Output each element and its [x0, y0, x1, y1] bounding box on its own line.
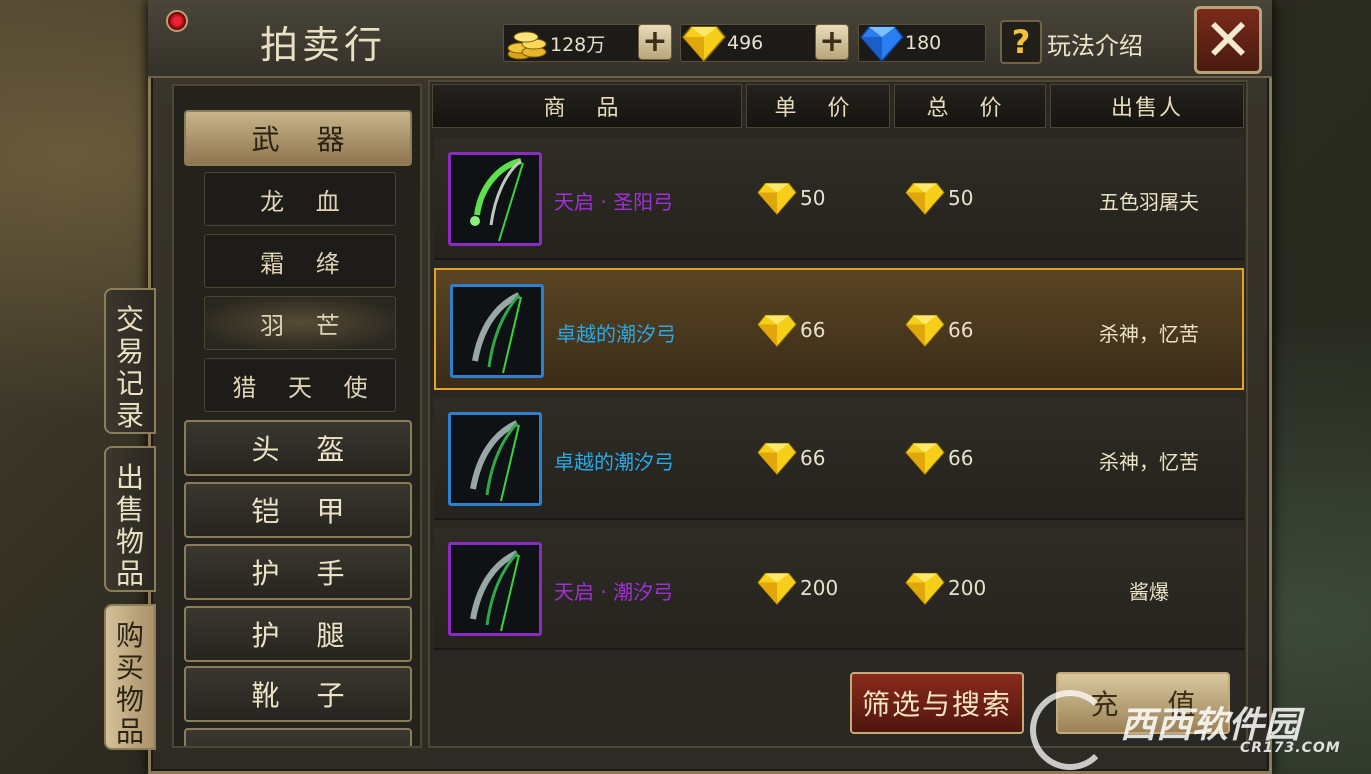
- unit-price: 200: [756, 568, 838, 608]
- gold-gem-amount: 496: [727, 32, 764, 54]
- blue-gem-counter: 180: [858, 24, 986, 63]
- unit-price: 66: [756, 438, 825, 478]
- subcategory-frost[interactable]: 霜 绛: [204, 234, 396, 288]
- total-price-value: 200: [948, 576, 987, 600]
- seller-name: 杀神，忆苦: [1099, 322, 1199, 346]
- gold-diamond-icon: [905, 442, 945, 476]
- category-gloves[interactable]: 护 手: [184, 544, 412, 600]
- gold-amount: 128万: [550, 33, 606, 56]
- gold-diamond-icon: [682, 26, 726, 63]
- watermark-c-icon: [1030, 690, 1110, 770]
- listing-table: 商 品 单 价 总 价 出售人 天启 · 圣阳弓 50 50 五色羽屠夫 卓越的…: [428, 80, 1248, 748]
- category-more[interactable]: [184, 728, 412, 746]
- total-price: 50: [904, 178, 973, 218]
- tab-buy-items-label: 购买物品: [115, 619, 144, 748]
- category-list: 武 器 龙 血 霜 绛 羽 芒 猎 天 使 头 盔 铠 甲 护 手 护 腿 靴 …: [172, 84, 422, 748]
- item-name: 卓越的潮汐弓: [556, 322, 676, 346]
- gold-diamond-icon: [905, 314, 945, 348]
- unit-price-value: 50: [800, 186, 826, 210]
- item-name: 卓越的潮汐弓: [554, 450, 674, 474]
- close-button[interactable]: ✕: [1194, 6, 1262, 74]
- seller-name: 酱爆: [1129, 580, 1169, 604]
- seller-name: 杀神，忆苦: [1099, 450, 1199, 474]
- category-legs[interactable]: 护 腿: [184, 606, 412, 662]
- bow-icon: [448, 542, 542, 636]
- gold-diamond-icon: [757, 442, 797, 476]
- subcategory-hunter[interactable]: 猎 天 使: [204, 358, 396, 412]
- watermark-sub: CR173.COM: [1240, 740, 1341, 756]
- unit-price: 66: [756, 310, 825, 350]
- unit-price-value: 200: [800, 576, 839, 600]
- bow-icon: [450, 284, 544, 378]
- tab-trade-records-label: 交易记录: [115, 303, 144, 432]
- listing-row[interactable]: 天启 · 圣阳弓 50 50 五色羽屠夫: [434, 138, 1244, 260]
- header-total-price: 总 价: [894, 84, 1046, 128]
- tab-trade-records[interactable]: 交易记录: [104, 288, 156, 434]
- ornament-gem-icon: [166, 10, 188, 32]
- gold-diamond-icon: [757, 182, 797, 216]
- subcategory-feather[interactable]: 羽 芒: [204, 296, 396, 350]
- item-name: 天启 · 潮汐弓: [554, 580, 674, 604]
- help-button[interactable]: ?: [1000, 20, 1042, 64]
- listing-row-selected[interactable]: 卓越的潮汐弓 66 66 杀神，忆苦: [434, 268, 1244, 390]
- category-boots[interactable]: 靴 子: [184, 666, 412, 722]
- seller-name: 五色羽屠夫: [1099, 190, 1199, 214]
- help-label[interactable]: 玩法介绍: [1047, 26, 1143, 61]
- listing-row[interactable]: 天启 · 潮汐弓 200 200 酱爆: [434, 528, 1244, 650]
- watermark-logo: 西西软件园 CR173.COM: [1030, 690, 1370, 774]
- header-seller: 出售人: [1050, 84, 1244, 128]
- header-item: 商 品: [432, 84, 742, 128]
- item-name: 天启 · 圣阳弓: [554, 190, 674, 214]
- gold-coins-icon: [507, 31, 547, 60]
- gold-diamond-icon: [757, 572, 797, 606]
- listing-row[interactable]: 卓越的潮汐弓 66 66 杀神，忆苦: [434, 398, 1244, 520]
- gold-diamond-icon: [905, 182, 945, 216]
- total-price: 200: [904, 568, 986, 608]
- total-price-value: 50: [948, 186, 974, 210]
- subcategory-dragon-blood[interactable]: 龙 血: [204, 172, 396, 226]
- unit-price-value: 66: [800, 318, 826, 342]
- blue-gem-amount: 180: [905, 32, 942, 54]
- total-price-value: 66: [948, 318, 974, 342]
- category-armor[interactable]: 铠 甲: [184, 482, 412, 538]
- add-gold-button[interactable]: +: [638, 24, 672, 60]
- tab-sell-items[interactable]: 出售物品: [104, 446, 156, 592]
- total-price: 66: [904, 438, 973, 478]
- page-title: 拍卖行: [260, 23, 387, 67]
- total-price: 66: [904, 310, 973, 350]
- gold-diamond-icon: [757, 314, 797, 348]
- unit-price-value: 66: [800, 446, 826, 470]
- add-gem-button[interactable]: +: [815, 24, 849, 60]
- header-unit-price: 单 价: [746, 84, 890, 128]
- tab-buy-items[interactable]: 购买物品: [104, 604, 156, 750]
- gold-diamond-icon: [905, 572, 945, 606]
- blue-diamond-icon: [860, 26, 904, 63]
- bow-icon: [448, 412, 542, 506]
- total-price-value: 66: [948, 446, 974, 470]
- filter-search-button[interactable]: 筛选与搜索: [850, 672, 1024, 734]
- bow-icon: [448, 152, 542, 246]
- unit-price: 50: [756, 178, 825, 218]
- tab-sell-items-label: 出售物品: [115, 461, 144, 590]
- category-helmet[interactable]: 头 盔: [184, 420, 412, 476]
- category-weapon[interactable]: 武 器: [184, 110, 412, 166]
